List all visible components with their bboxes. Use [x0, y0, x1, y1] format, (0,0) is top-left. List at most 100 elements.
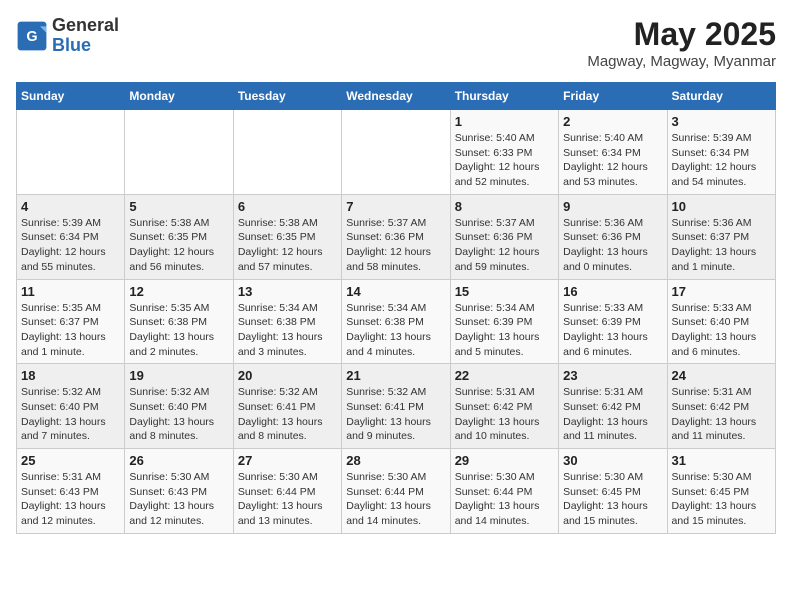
calendar-cell: 12Sunrise: 5:35 AMSunset: 6:38 PMDayligh…: [125, 279, 233, 364]
calendar-cell: 3 Sunrise: 5:39 AMSunset: 6:34 PMDaylight…: [667, 110, 775, 195]
day-number: 6: [238, 199, 337, 214]
day-number: 4: [21, 199, 120, 214]
day-number: 14: [346, 284, 445, 299]
day-number: 17: [672, 284, 771, 299]
day-detail: Sunrise: 5:30 AMSunset: 6:45 PMDaylight:…: [672, 471, 757, 527]
calendar-cell: 5Sunrise: 5:38 AMSunset: 6:35 PMDaylight…: [125, 194, 233, 279]
svg-text:G: G: [26, 29, 37, 45]
day-detail: Sunrise: 5:37 AMSunset: 6:36 PMDaylight:…: [455, 217, 540, 273]
day-detail: Sunrise: 5:30 AMSunset: 6:44 PMDaylight:…: [238, 471, 323, 527]
day-detail: Sunrise: 5:35 AMSunset: 6:37 PMDaylight:…: [21, 302, 106, 358]
calendar-cell: 29 Sunrise: 5:30 AMSunset: 6:44 PMDayligh…: [450, 449, 558, 534]
calendar-cell: 10Sunrise: 5:36 AMSunset: 6:37 PMDayligh…: [667, 194, 775, 279]
calendar-cell: [233, 110, 341, 195]
calendar-cell: [17, 110, 125, 195]
calendar-cell: 17 Sunrise: 5:33 AMSunset: 6:40 PMDayligh…: [667, 279, 775, 364]
day-detail: Sunrise: 5:34 AMSunset: 6:38 PMDaylight:…: [346, 302, 431, 358]
day-number: 26: [129, 453, 228, 468]
day-detail: Sunrise: 5:36 AMSunset: 6:36 PMDaylight:…: [563, 217, 648, 273]
day-detail: Sunrise: 5:32 AMSunset: 6:41 PMDaylight:…: [238, 386, 323, 442]
month-year-title: May 2025: [587, 16, 776, 53]
day-number: 30: [563, 453, 662, 468]
calendar-week-2: 4 Sunrise: 5:39 AMSunset: 6:34 PMDaylight…: [17, 194, 776, 279]
calendar-week-4: 18Sunrise: 5:32 AMSunset: 6:40 PMDayligh…: [17, 364, 776, 449]
day-detail: Sunrise: 5:33 AMSunset: 6:40 PMDaylight:…: [672, 302, 757, 358]
day-detail: Sunrise: 5:30 AMSunset: 6:45 PMDaylight:…: [563, 471, 648, 527]
calendar-cell: 13 Sunrise: 5:34 AMSunset: 6:38 PMDayligh…: [233, 279, 341, 364]
calendar-week-3: 11 Sunrise: 5:35 AMSunset: 6:37 PMDayligh…: [17, 279, 776, 364]
day-detail: Sunrise: 5:32 AMSunset: 6:40 PMDaylight:…: [129, 386, 214, 442]
weekday-sunday: Sunday: [17, 83, 125, 110]
day-detail: Sunrise: 5:31 AMSunset: 6:42 PMDaylight:…: [455, 386, 540, 442]
calendar-table: SundayMondayTuesdayWednesdayThursdayFrid…: [16, 82, 776, 534]
day-detail: Sunrise: 5:39 AMSunset: 6:34 PMDaylight:…: [21, 217, 106, 273]
calendar-cell: 23 Sunrise: 5:31 AMSunset: 6:42 PMDayligh…: [559, 364, 667, 449]
day-number: 11: [21, 284, 120, 299]
calendar-cell: 20Sunrise: 5:32 AMSunset: 6:41 PMDayligh…: [233, 364, 341, 449]
calendar-body: 1Sunrise: 5:40 AMSunset: 6:33 PMDaylight…: [17, 110, 776, 534]
day-detail: Sunrise: 5:32 AMSunset: 6:41 PMDaylight:…: [346, 386, 431, 442]
day-detail: Sunrise: 5:35 AMSunset: 6:38 PMDaylight:…: [129, 302, 214, 358]
day-number: 23: [563, 368, 662, 383]
day-detail: Sunrise: 5:31 AMSunset: 6:42 PMDaylight:…: [563, 386, 648, 442]
weekday-saturday: Saturday: [667, 83, 775, 110]
day-detail: Sunrise: 5:30 AMSunset: 6:44 PMDaylight:…: [346, 471, 431, 527]
day-number: 16: [563, 284, 662, 299]
day-detail: Sunrise: 5:32 AMSunset: 6:40 PMDaylight:…: [21, 386, 106, 442]
logo-blue-text: Blue: [52, 36, 119, 56]
weekday-header-row: SundayMondayTuesdayWednesdayThursdayFrid…: [17, 83, 776, 110]
day-detail: Sunrise: 5:30 AMSunset: 6:43 PMDaylight:…: [129, 471, 214, 527]
calendar-cell: 16Sunrise: 5:33 AMSunset: 6:39 PMDayligh…: [559, 279, 667, 364]
calendar-header: SundayMondayTuesdayWednesdayThursdayFrid…: [17, 83, 776, 110]
day-number: 19: [129, 368, 228, 383]
logo-icon: G: [16, 20, 48, 52]
calendar-cell: 22Sunrise: 5:31 AMSunset: 6:42 PMDayligh…: [450, 364, 558, 449]
day-detail: Sunrise: 5:38 AMSunset: 6:35 PMDaylight:…: [129, 217, 214, 273]
logo: G General Blue: [16, 16, 119, 56]
day-detail: Sunrise: 5:31 AMSunset: 6:42 PMDaylight:…: [672, 386, 757, 442]
calendar-cell: 2Sunrise: 5:40 AMSunset: 6:34 PMDaylight…: [559, 110, 667, 195]
day-detail: Sunrise: 5:34 AMSunset: 6:38 PMDaylight:…: [238, 302, 323, 358]
weekday-monday: Monday: [125, 83, 233, 110]
calendar-cell: 8 Sunrise: 5:37 AMSunset: 6:36 PMDaylight…: [450, 194, 558, 279]
calendar-cell: 14 Sunrise: 5:34 AMSunset: 6:38 PMDayligh…: [342, 279, 450, 364]
day-detail: Sunrise: 5:37 AMSunset: 6:36 PMDaylight:…: [346, 217, 431, 273]
day-number: 1: [455, 114, 554, 129]
calendar-cell: 27 Sunrise: 5:30 AMSunset: 6:44 PMDayligh…: [233, 449, 341, 534]
calendar-cell: 15Sunrise: 5:34 AMSunset: 6:39 PMDayligh…: [450, 279, 558, 364]
weekday-friday: Friday: [559, 83, 667, 110]
calendar-cell: 4 Sunrise: 5:39 AMSunset: 6:34 PMDaylight…: [17, 194, 125, 279]
calendar-cell: 9 Sunrise: 5:36 AMSunset: 6:36 PMDaylight…: [559, 194, 667, 279]
day-number: 10: [672, 199, 771, 214]
location-subtitle: Magway, Magway, Myanmar: [587, 53, 776, 70]
title-area: May 2025 Magway, Magway, Myanmar: [587, 16, 776, 70]
logo-text: General Blue: [52, 16, 119, 56]
calendar-cell: 1Sunrise: 5:40 AMSunset: 6:33 PMDaylight…: [450, 110, 558, 195]
day-detail: Sunrise: 5:39 AMSunset: 6:34 PMDaylight:…: [672, 132, 757, 188]
calendar-week-5: 25Sunrise: 5:31 AMSunset: 6:43 PMDayligh…: [17, 449, 776, 534]
weekday-tuesday: Tuesday: [233, 83, 341, 110]
calendar-cell: 21Sunrise: 5:32 AMSunset: 6:41 PMDayligh…: [342, 364, 450, 449]
day-number: 24: [672, 368, 771, 383]
weekday-thursday: Thursday: [450, 83, 558, 110]
weekday-wednesday: Wednesday: [342, 83, 450, 110]
day-number: 8: [455, 199, 554, 214]
day-number: 29: [455, 453, 554, 468]
calendar-week-1: 1Sunrise: 5:40 AMSunset: 6:33 PMDaylight…: [17, 110, 776, 195]
calendar-cell: 11 Sunrise: 5:35 AMSunset: 6:37 PMDayligh…: [17, 279, 125, 364]
calendar-cell: [342, 110, 450, 195]
calendar-cell: 7Sunrise: 5:37 AMSunset: 6:36 PMDaylight…: [342, 194, 450, 279]
calendar-cell: 26 Sunrise: 5:30 AMSunset: 6:43 PMDayligh…: [125, 449, 233, 534]
day-detail: Sunrise: 5:30 AMSunset: 6:44 PMDaylight:…: [455, 471, 540, 527]
day-number: 13: [238, 284, 337, 299]
day-number: 9: [563, 199, 662, 214]
day-number: 27: [238, 453, 337, 468]
day-number: 3: [672, 114, 771, 129]
calendar-cell: 18Sunrise: 5:32 AMSunset: 6:40 PMDayligh…: [17, 364, 125, 449]
calendar-cell: 25Sunrise: 5:31 AMSunset: 6:43 PMDayligh…: [17, 449, 125, 534]
day-number: 31: [672, 453, 771, 468]
day-detail: Sunrise: 5:40 AMSunset: 6:34 PMDaylight:…: [563, 132, 648, 188]
day-detail: Sunrise: 5:38 AMSunset: 6:35 PMDaylight:…: [238, 217, 323, 273]
calendar-cell: 19 Sunrise: 5:32 AMSunset: 6:40 PMDayligh…: [125, 364, 233, 449]
calendar-cell: 28Sunrise: 5:30 AMSunset: 6:44 PMDayligh…: [342, 449, 450, 534]
